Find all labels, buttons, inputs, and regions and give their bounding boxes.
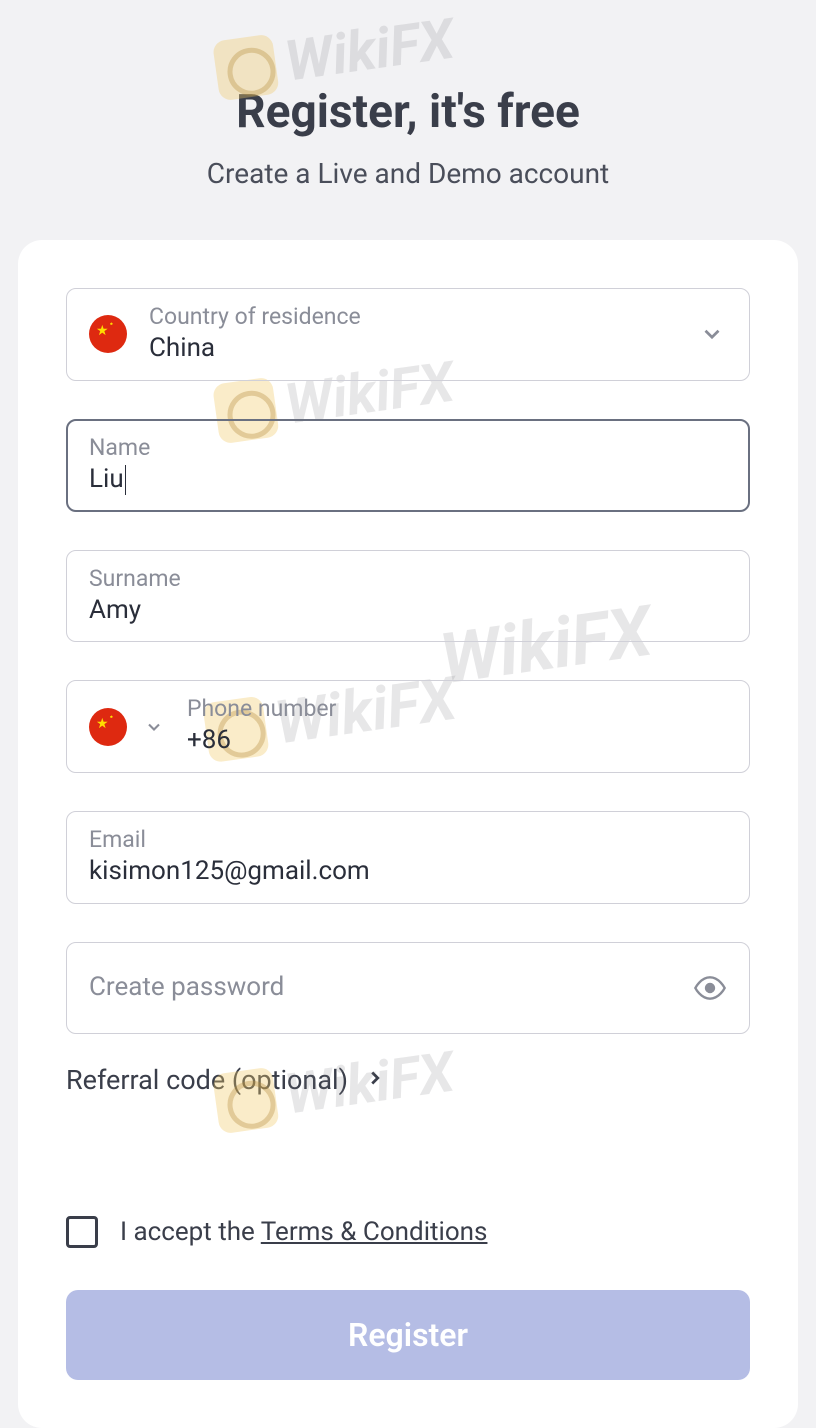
- phone-label: Phone number: [187, 695, 727, 722]
- terms-row: I accept the Terms & Conditions: [66, 1216, 750, 1248]
- name-value: Liu: [89, 463, 727, 497]
- register-form-card: Country of residence China Name Liu Surn…: [18, 240, 798, 1428]
- referral-code-toggle[interactable]: Referral code (optional): [66, 1064, 750, 1096]
- phone-input-field[interactable]: Phone number +86: [66, 680, 750, 773]
- header: Register, it's free Create a Live and De…: [18, 0, 798, 230]
- password-label: Create password: [89, 972, 693, 1002]
- referral-label: Referral code (optional): [66, 1064, 348, 1096]
- surname-value: Amy: [89, 594, 727, 628]
- china-flag-icon: [89, 315, 127, 353]
- register-button[interactable]: Register: [66, 1290, 750, 1380]
- chevron-down-icon: [697, 319, 727, 349]
- email-label: Email: [89, 826, 727, 853]
- page-subtitle: Create a Live and Demo account: [18, 157, 798, 190]
- password-input-field[interactable]: Create password: [66, 942, 750, 1034]
- eye-icon[interactable]: [693, 971, 727, 1005]
- name-input-field[interactable]: Name Liu: [66, 419, 750, 512]
- china-flag-icon: [89, 708, 127, 746]
- surname-input-field[interactable]: Surname Amy: [66, 550, 750, 643]
- country-value: China: [149, 332, 697, 366]
- country-label: Country of residence: [149, 303, 697, 330]
- name-label: Name: [89, 434, 727, 461]
- country-selector[interactable]: Country of residence China: [66, 288, 750, 381]
- email-input-field[interactable]: Email kisimon125@gmail.com: [66, 811, 750, 904]
- terms-text: I accept the Terms & Conditions: [120, 1217, 487, 1247]
- chevron-right-icon: [364, 1067, 386, 1093]
- phone-code-value: +86: [187, 724, 727, 758]
- page-title: Register, it's free: [18, 85, 798, 139]
- terms-link[interactable]: Terms & Conditions: [261, 1217, 488, 1247]
- terms-checkbox[interactable]: [66, 1216, 98, 1248]
- email-value: kisimon125@gmail.com: [89, 855, 727, 889]
- surname-label: Surname: [89, 565, 727, 592]
- phone-code-selector[interactable]: [89, 708, 169, 746]
- chevron-down-icon: [139, 712, 169, 742]
